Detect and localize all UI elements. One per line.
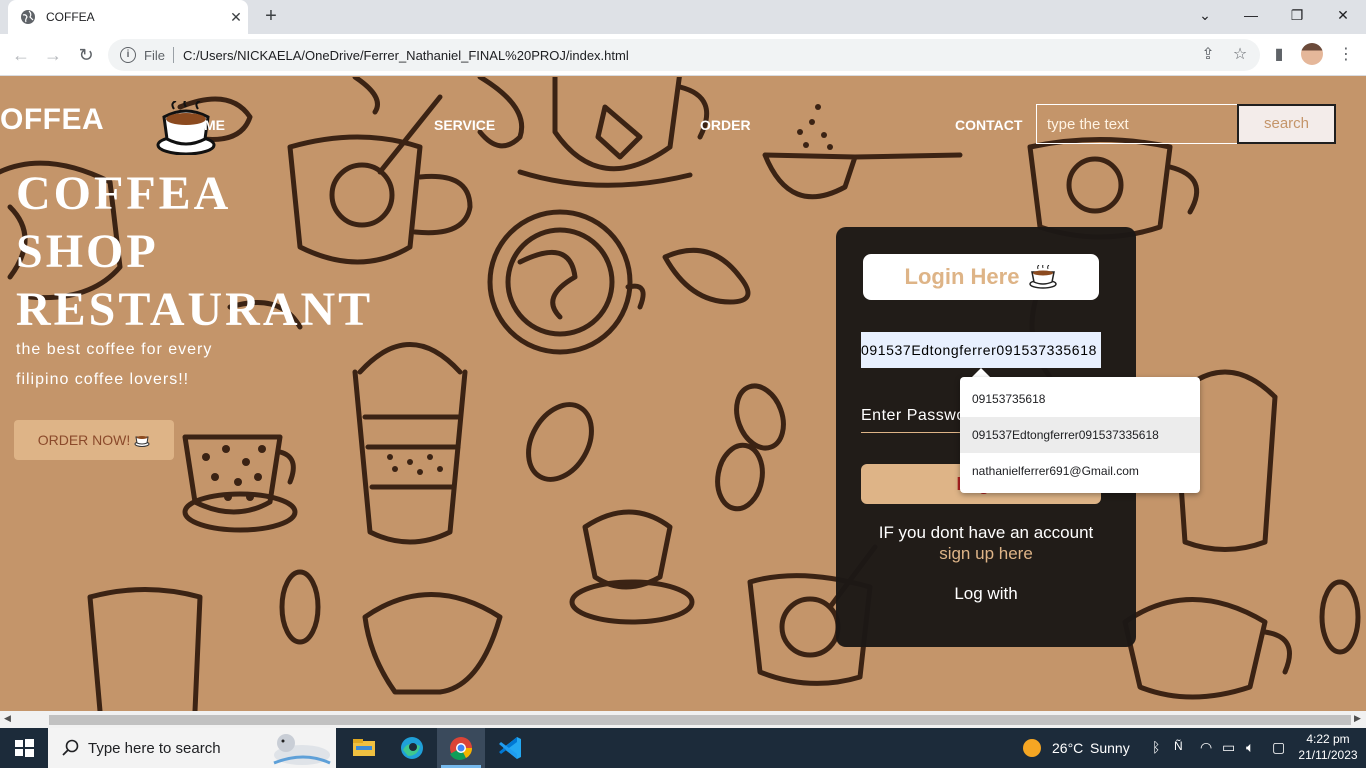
autofill-option-highlighted[interactable]: 091537Edtongferrer091537335618 [960, 417, 1200, 453]
file-explorer-icon[interactable] [340, 728, 388, 768]
url-text[interactable]: C:/Users/NICKAELA/OneDrive/Ferrer_Nathan… [183, 48, 629, 63]
autofill-caret [972, 368, 990, 377]
autofill-option[interactable]: nathanielferrer691@Gmail.com [960, 453, 1200, 489]
browser-tab[interactable]: COFFEA ✕ [8, 0, 248, 34]
taskbar-search-box[interactable]: Type here to search [48, 728, 336, 768]
order-now-label: ORDER NOW! [37, 432, 131, 448]
search-button[interactable]: search [1237, 104, 1336, 144]
omnibox-separator [172, 47, 174, 63]
scroll-right-arrow-icon[interactable]: ▶ [1354, 713, 1361, 724]
vscode-icon[interactable] [486, 728, 534, 768]
language-icon[interactable]: Ñ [1174, 739, 1183, 753]
minimize-icon[interactable]: — [1228, 0, 1274, 30]
hero-title: COFFEA SHOP RESTAURANT [16, 165, 416, 339]
reload-icon[interactable]: ↻ [73, 42, 99, 68]
side-panel-icon[interactable]: ▮ [1266, 42, 1292, 68]
edge-browser-icon[interactable] [388, 728, 436, 768]
username-input[interactable]: 091537Edtongferrer091537335618 [861, 332, 1101, 368]
autofill-dropdown: 09153735618 091537Edtongferrer0915373356… [960, 377, 1200, 493]
nav-link-contact[interactable]: CONTACT [955, 117, 1022, 133]
info-icon[interactable]: i [120, 47, 136, 63]
windows-start-icon[interactable] [0, 728, 48, 768]
scrollbar-thumb[interactable] [49, 715, 1351, 725]
scroll-left-arrow-icon[interactable]: ◀ [4, 713, 11, 724]
clock-date: 21/11/2023 [1298, 748, 1358, 762]
hero-title-line: SHOP [16, 225, 159, 278]
coffee-cup-icon [134, 436, 150, 447]
nav-link-service[interactable]: SERVICE [434, 117, 495, 133]
hero-title-line: RESTAURANT [16, 283, 374, 336]
weather-condition[interactable]: Sunny [1090, 740, 1130, 756]
clock-time: 4:22 pm [1306, 732, 1350, 746]
login-heading: Login Here [863, 254, 1099, 300]
search-input[interactable] [1036, 104, 1238, 144]
login-heading-text: Login Here [904, 264, 1020, 289]
back-arrow-icon[interactable]: ← [8, 42, 34, 68]
bookmark-star-icon[interactable]: ☆ [1227, 42, 1253, 68]
taskbar-clock[interactable]: 4:22 pm 21/11/2023 [1296, 731, 1360, 763]
browser-tabstrip: COFFEA ✕ + ⌄ — ❐ ✕ [0, 0, 1366, 34]
order-now-button[interactable]: ORDER NOW! [14, 420, 174, 460]
new-tab-icon[interactable]: + [258, 4, 284, 30]
forward-arrow-icon[interactable]: → [40, 42, 66, 68]
bluetooth-icon[interactable]: ᛒ [1152, 739, 1160, 755]
chrome-browser-icon[interactable] [437, 728, 485, 768]
no-account-text: IF you dont have an account [878, 523, 1094, 542]
volume-icon[interactable]: 🔈︎ [1246, 739, 1254, 756]
share-icon[interactable]: ⇪ [1195, 42, 1221, 68]
battery-icon[interactable]: ▭ [1222, 739, 1235, 756]
profile-avatar[interactable] [1301, 43, 1323, 65]
hero-subtitle: the best coffee for every filipino coffe… [16, 341, 213, 388]
autofill-option[interactable]: 09153735618 [960, 381, 1200, 417]
log-with-text: Log with [954, 584, 1018, 603]
taskbar-search-placeholder: Type here to search [88, 739, 221, 757]
signup-link[interactable]: sign up here [836, 544, 1136, 564]
scheme-label: File [144, 47, 165, 63]
windows-taskbar: Type here to search 26°C Sunny ᛒ Ñ ◠ ▭ 🔈… [0, 728, 1366, 768]
sun-weather-icon[interactable] [1022, 738, 1042, 758]
address-bar[interactable]: i File C:/Users/NICKAELA/OneDrive/Ferrer… [108, 39, 1260, 71]
search-highlight-seal-icon [273, 734, 331, 765]
search-icon [62, 739, 79, 756]
menu-kebab-icon[interactable]: ⋮ [1333, 42, 1359, 68]
tab-title: COFFEA [46, 10, 95, 24]
browser-toolbar: ← → ↻ i File C:/Users/NICKAELA/OneDrive/… [0, 34, 1366, 76]
notification-icon[interactable]: ▢ [1272, 739, 1285, 756]
nav-link-order[interactable]: ORDER [700, 117, 751, 133]
restore-icon[interactable]: ❐ [1274, 0, 1320, 30]
wifi-icon[interactable]: ◠ [1200, 739, 1212, 756]
brand-logo-text[interactable]: OFFEA [0, 103, 104, 137]
globe-icon [21, 10, 35, 24]
hero-title-line: COFFEA [16, 167, 232, 220]
window-close-icon[interactable]: ✕ [1320, 0, 1366, 30]
weather-temperature[interactable]: 26°C [1052, 740, 1083, 756]
nav-link-home[interactable]: ME [204, 117, 225, 133]
coffee-cup-icon [1029, 265, 1058, 289]
horizontal-scrollbar[interactable]: ◀ ▶ [0, 711, 1366, 728]
tab-close-icon[interactable]: ✕ [224, 9, 248, 26]
web-page: OFFEA ME SERVICE ORDER CONTACT search CO… [0, 77, 1366, 711]
tab-search-icon[interactable]: ⌄ [1182, 0, 1228, 30]
